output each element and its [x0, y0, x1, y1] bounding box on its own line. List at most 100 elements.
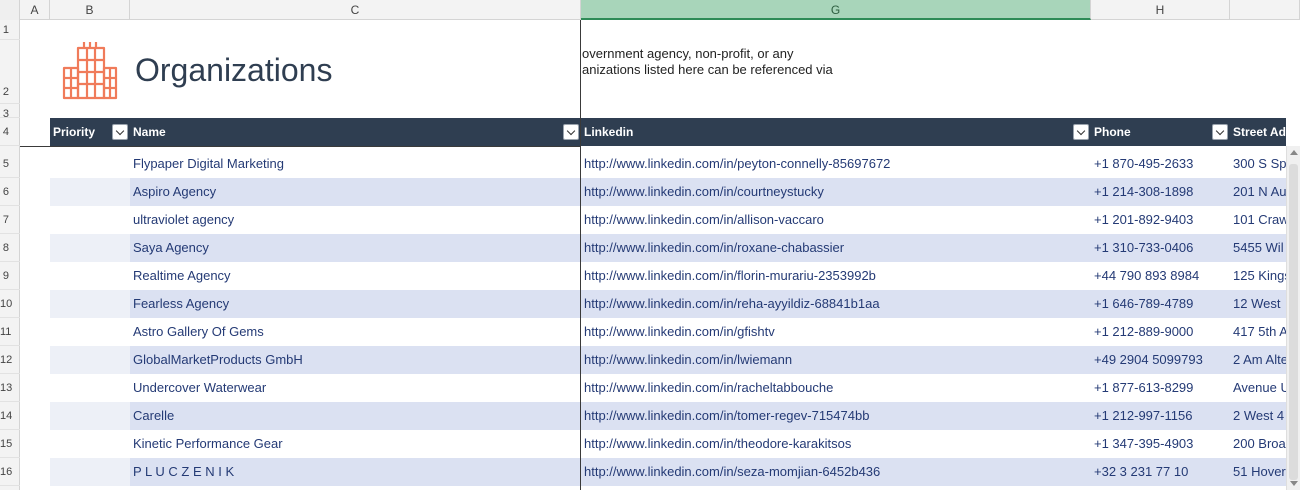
linkedin-cell[interactable]: http://www.linkedin.com/in/florin-murari… [584, 262, 1089, 290]
street-cell[interactable]: 12 West [1233, 290, 1286, 318]
priority-cell[interactable] [50, 150, 130, 178]
row-header-12[interactable]: 12 [0, 346, 20, 374]
scroll-down-icon[interactable] [1290, 481, 1298, 486]
street-cell[interactable]: Avenue U [1233, 374, 1286, 402]
filter-dropdown-icon[interactable] [1073, 124, 1089, 140]
linkedin-cell[interactable]: http://www.linkedin.com/in/roxane-chabas… [584, 234, 1089, 262]
name-cell[interactable]: Undercover Waterwear [133, 374, 580, 402]
table-row[interactable]: Kinetic Performance Gear http://www.link… [50, 430, 1286, 458]
street-cell[interactable]: 101 Craw [1233, 206, 1286, 234]
linkedin-cell[interactable]: http://www.linkedin.com/in/courtneystuck… [584, 178, 1089, 206]
phone-cell[interactable]: +1 212-889-9000 [1094, 318, 1229, 346]
header-street[interactable]: Street Add [1230, 118, 1286, 146]
priority-cell[interactable] [50, 318, 130, 346]
table-row[interactable]: Aspiro Agency http://www.linkedin.com/in… [50, 178, 1286, 206]
header-phone[interactable]: Phone [1091, 118, 1211, 146]
phone-cell[interactable]: +1 212-997-1156 [1094, 402, 1229, 430]
row-header-4[interactable]: 4 [0, 118, 20, 146]
phone-cell[interactable]: +32 3 231 77 10 [1094, 458, 1229, 486]
phone-cell[interactable]: +49 2904 5099793 [1094, 346, 1229, 374]
name-cell[interactable]: P L U C Z E N I K [133, 458, 580, 486]
name-cell[interactable]: Carelle [133, 402, 580, 430]
phone-cell[interactable]: +1 310-733-0406 [1094, 234, 1229, 262]
linkedin-cell[interactable]: http://www.linkedin.com/in/theodore-kara… [584, 430, 1089, 458]
phone-cell[interactable]: +44 790 893 8984 [1094, 262, 1229, 290]
row-header-10[interactable]: 10 [0, 290, 20, 318]
table-row[interactable]: Realtime Agency http://www.linkedin.com/… [50, 262, 1286, 290]
row-header-9[interactable]: 9 [0, 262, 20, 290]
select-all-corner[interactable] [0, 0, 20, 20]
phone-cell[interactable]: +1 347-395-4903 [1094, 430, 1229, 458]
street-cell[interactable]: 417 5th A [1233, 318, 1286, 346]
filter-dropdown-icon[interactable] [1212, 124, 1228, 140]
name-cell[interactable]: Kinetic Performance Gear [133, 430, 580, 458]
column-header-g[interactable]: G [581, 0, 1091, 20]
linkedin-cell[interactable]: http://www.linkedin.com/in/reha-ayyildiz… [584, 290, 1089, 318]
row-header-11[interactable]: 11 [0, 318, 20, 346]
name-cell[interactable]: ultraviolet agency [133, 206, 580, 234]
linkedin-cell[interactable]: http://www.linkedin.com/in/peyton-connel… [584, 150, 1089, 178]
name-cell[interactable]: GlobalMarketProducts GmbH [133, 346, 580, 374]
table-row[interactable]: GlobalMarketProducts GmbH http://www.lin… [50, 346, 1286, 374]
name-cell[interactable]: Astro Gallery Of Gems [133, 318, 580, 346]
row-header-8[interactable]: 8 [0, 234, 20, 262]
name-cell[interactable]: Saya Agency [133, 234, 580, 262]
name-cell[interactable]: Realtime Agency [133, 262, 580, 290]
row-header-1[interactable]: 1 [0, 20, 20, 40]
street-cell[interactable]: 300 S Spr [1233, 150, 1286, 178]
table-row[interactable]: ultraviolet agency http://www.linkedin.c… [50, 206, 1286, 234]
priority-cell[interactable] [50, 346, 130, 374]
priority-cell[interactable] [50, 290, 130, 318]
table-row[interactable]: Carelle http://www.linkedin.com/in/tomer… [50, 402, 1286, 430]
street-cell[interactable]: 200 Broa [1233, 430, 1286, 458]
row-header-15[interactable]: 15 [0, 430, 20, 458]
priority-cell[interactable] [50, 374, 130, 402]
phone-cell[interactable]: +1 214-308-1898 [1094, 178, 1229, 206]
linkedin-cell[interactable]: http://www.linkedin.com/in/seza-momjian-… [584, 458, 1089, 486]
street-cell[interactable]: 125 Kings [1233, 262, 1286, 290]
row-header-3[interactable]: 3 [0, 104, 20, 118]
vertical-scrollbar[interactable] [1286, 146, 1300, 490]
table-row[interactable]: Undercover Waterwear http://www.linkedin… [50, 374, 1286, 402]
table-row[interactable]: Astro Gallery Of Gems http://www.linkedi… [50, 318, 1286, 346]
table-row[interactable]: Saya Agency http://www.linkedin.com/in/r… [50, 234, 1286, 262]
table-row[interactable]: Fearless Agency http://www.linkedin.com/… [50, 290, 1286, 318]
street-cell[interactable]: 51 Hover [1233, 458, 1286, 486]
row-header-13[interactable]: 13 [0, 374, 20, 402]
priority-cell[interactable] [50, 178, 130, 206]
street-cell[interactable]: 5455 Wil [1233, 234, 1286, 262]
name-cell[interactable]: Aspiro Agency [133, 178, 580, 206]
linkedin-cell[interactable]: http://www.linkedin.com/in/racheltabbouc… [584, 374, 1089, 402]
linkedin-cell[interactable]: http://www.linkedin.com/in/tomer-regev-7… [584, 402, 1089, 430]
column-header-i[interactable] [1230, 0, 1300, 20]
priority-cell[interactable] [50, 458, 130, 486]
row-header-16[interactable]: 16 [0, 458, 20, 486]
priority-cell[interactable] [50, 402, 130, 430]
header-name[interactable]: Name [130, 118, 560, 146]
scrollbar-thumb[interactable] [1289, 164, 1298, 480]
street-cell[interactable]: 201 N Au [1233, 178, 1286, 206]
priority-cell[interactable] [50, 206, 130, 234]
phone-cell[interactable]: +1 201-892-9403 [1094, 206, 1229, 234]
priority-cell[interactable] [50, 262, 130, 290]
linkedin-cell[interactable]: http://www.linkedin.com/in/gfishtv [584, 318, 1089, 346]
filter-dropdown-icon[interactable] [563, 124, 579, 140]
column-header-h[interactable]: H [1091, 0, 1230, 20]
table-row[interactable]: Flypaper Digital Marketing http://www.li… [50, 150, 1286, 178]
column-header-a[interactable]: A [20, 0, 50, 20]
priority-cell[interactable] [50, 430, 130, 458]
street-cell[interactable]: 2 West 4 [1233, 402, 1286, 430]
column-header-c[interactable]: C [130, 0, 581, 20]
priority-cell[interactable] [50, 234, 130, 262]
row-header-2[interactable]: 2 [0, 40, 20, 104]
phone-cell[interactable]: +1 646-789-4789 [1094, 290, 1229, 318]
name-cell[interactable]: Fearless Agency [133, 290, 580, 318]
phone-cell[interactable]: +1 877-613-8299 [1094, 374, 1229, 402]
header-linkedin[interactable]: Linkedin [581, 118, 1071, 146]
linkedin-cell[interactable]: http://www.linkedin.com/in/lwiemann [584, 346, 1089, 374]
linkedin-cell[interactable]: http://www.linkedin.com/in/allison-vacca… [584, 206, 1089, 234]
filter-dropdown-icon[interactable] [112, 124, 128, 140]
name-cell[interactable]: Flypaper Digital Marketing [133, 150, 580, 178]
street-cell[interactable]: 2 Am Alte [1233, 346, 1286, 374]
scroll-up-icon[interactable] [1290, 150, 1298, 155]
